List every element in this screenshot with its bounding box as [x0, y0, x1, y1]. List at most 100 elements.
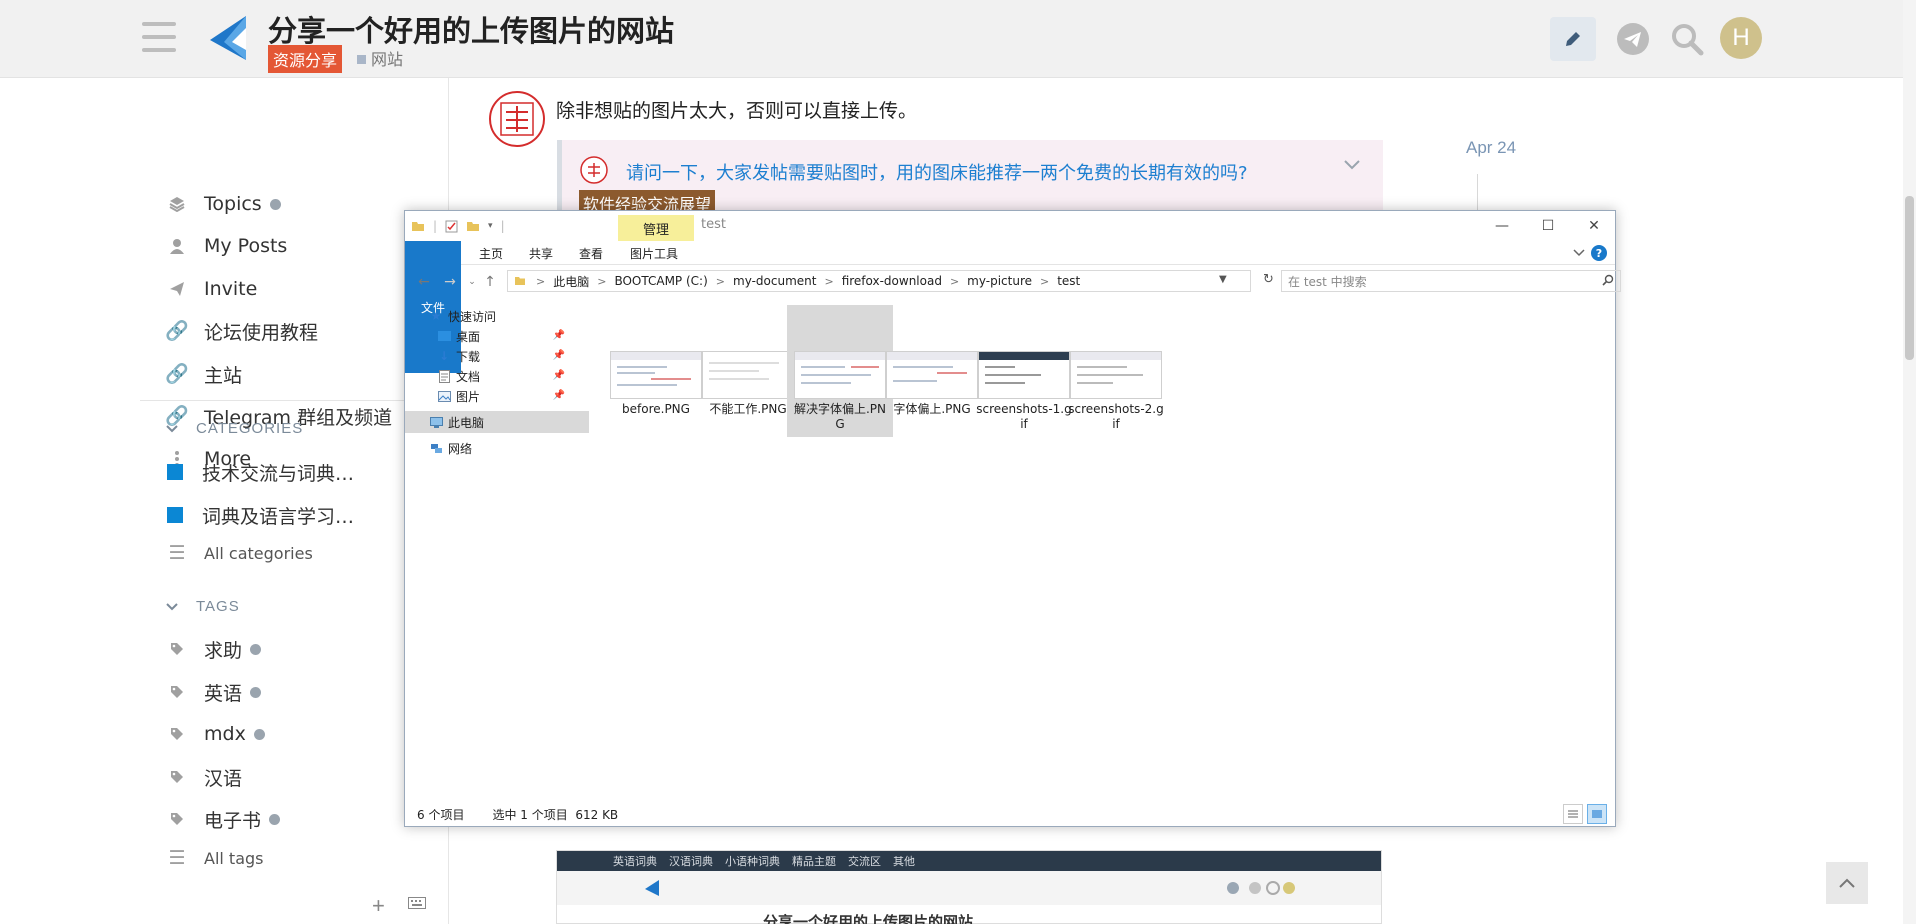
- selection-info: 选中 1 个项目 612 KB: [492, 807, 619, 822]
- topic-tag[interactable]: 网站: [357, 46, 403, 70]
- sidebar-item-label: Topics: [204, 193, 262, 215]
- recent-locations-icon[interactable]: ⌄: [463, 272, 481, 292]
- sidebar-item-my-posts[interactable]: My Posts: [140, 229, 287, 263]
- help-icon[interactable]: ?: [1591, 245, 1607, 261]
- window-titlebar[interactable]: | ▾ | 管理 test — ☐ ✕: [405, 211, 1615, 241]
- tab-home[interactable]: 主页: [471, 241, 511, 265]
- user-icon: [166, 238, 188, 254]
- categories-heading[interactable]: CATEGORIES: [166, 420, 303, 437]
- file-item[interactable]: 字体偏上.PNG: [879, 305, 985, 437]
- site-logo[interactable]: [206, 14, 252, 62]
- nav-documents[interactable]: 文档 📌: [405, 365, 589, 387]
- quoted-topic[interactable]: 请问一下，大家发帖需要贴图时，用的图床能推荐一两个免费的长期有效的吗? 软件经验…: [557, 140, 1383, 216]
- sidebar-item-main-site[interactable]: 🔗 主站: [140, 357, 242, 391]
- sidebar-tag-ebook[interactable]: 电子书: [140, 802, 281, 836]
- sidebar-category-dictionary[interactable]: 词典及语言学习…: [140, 498, 448, 532]
- maximize-icon[interactable]: ☐: [1531, 215, 1565, 237]
- properties-icon[interactable]: [445, 220, 458, 233]
- expand-ribbon-icon[interactable]: [1573, 246, 1585, 260]
- breadcrumb-item[interactable]: my-picture: [967, 274, 1032, 288]
- sidebar-all-categories[interactable]: ☰ All categories: [140, 536, 313, 570]
- sidebar-tag-english[interactable]: 英语: [140, 675, 262, 709]
- chevron-down-icon[interactable]: [1343, 158, 1361, 176]
- category-badge[interactable]: 资源分享: [268, 45, 343, 73]
- large-icons-view-icon[interactable]: [1587, 804, 1607, 824]
- tag-icon: [166, 642, 188, 656]
- breadcrumb-item[interactable]: 此电脑: [553, 273, 589, 290]
- file-explorer-window[interactable]: | ▾ | 管理 test — ☐ ✕ 文件 主页 共享 查看 图片工具 ? ←…: [404, 210, 1621, 827]
- sidebar-item-topics[interactable]: Topics: [140, 187, 281, 221]
- nav-this-pc[interactable]: 此电脑: [405, 411, 589, 433]
- nav-quick-access[interactable]: ★ 快速访问: [405, 305, 589, 327]
- sidebar-item-label: 论坛使用教程: [204, 321, 319, 344]
- nav-pictures[interactable]: 图片 📌: [405, 385, 589, 407]
- breadcrumb-item[interactable]: my-document: [733, 274, 816, 288]
- nav-downloads[interactable]: ↓ 下载 📌: [405, 345, 589, 367]
- timeline-line: [1477, 174, 1478, 214]
- sidebar-item-label: All categories: [204, 543, 313, 563]
- sidebar-item-label: 主站: [204, 364, 243, 387]
- pin-icon: 📌: [552, 330, 565, 341]
- preview-header: [557, 871, 1381, 905]
- file-item[interactable]: before.PNG: [603, 305, 709, 437]
- keyboard-icon[interactable]: [408, 896, 426, 914]
- sidebar-category-tech[interactable]: 技术交流与词典…: [140, 455, 448, 489]
- sidebar-tag-help[interactable]: 求助: [140, 632, 262, 666]
- user-avatar[interactable]: H: [1720, 17, 1762, 59]
- sidebar-item-label: 求助: [204, 639, 243, 662]
- sidebar-item-label: 电子书: [204, 809, 262, 832]
- topic-title[interactable]: 分享一个好用的上传图片的网站: [268, 8, 674, 50]
- sidebar-item-tutorial[interactable]: 🔗 论坛使用教程: [140, 314, 318, 348]
- page-scrollbar[interactable]: [1903, 0, 1916, 924]
- telegram-button[interactable]: [1610, 17, 1656, 61]
- breadcrumb-item[interactable]: test: [1057, 274, 1080, 288]
- close-icon[interactable]: ✕: [1577, 215, 1611, 237]
- sidebar-item-invite[interactable]: Invite: [140, 272, 257, 306]
- tab-picture-tools[interactable]: 图片工具: [621, 241, 687, 265]
- quoted-topic-link[interactable]: 请问一下，大家发帖需要贴图时，用的图床能推荐一两个免费的长期有效的吗?: [626, 159, 1248, 185]
- window-title: test: [701, 217, 726, 232]
- forward-arrow-icon[interactable]: →: [441, 272, 459, 292]
- up-arrow-icon[interactable]: ↑: [481, 272, 499, 292]
- sidebar-all-tags[interactable]: ☰ All tags: [140, 841, 263, 875]
- post-date[interactable]: Apr 24: [1466, 138, 1516, 158]
- nav-desktop[interactable]: 桌面 📌: [405, 325, 589, 347]
- new-folder-icon[interactable]: [466, 220, 480, 232]
- image-thumbnail: [978, 351, 1070, 399]
- refresh-icon[interactable]: ↻: [1263, 272, 1274, 287]
- tags-heading[interactable]: TAGS: [166, 598, 240, 615]
- tab-share[interactable]: 共享: [521, 241, 561, 265]
- edit-button[interactable]: [1550, 17, 1596, 61]
- post-author-avatar[interactable]: [488, 90, 546, 148]
- file-item[interactable]: 不能工作.PNG: [695, 305, 801, 437]
- folder-icon[interactable]: [411, 220, 425, 232]
- details-view-icon[interactable]: [1563, 804, 1583, 824]
- manage-context-tab[interactable]: 管理: [618, 215, 694, 241]
- file-name: before.PNG: [622, 402, 690, 416]
- image-thumbnail: [1070, 351, 1162, 399]
- breadcrumb-item[interactable]: BOOTCAMP (C:): [614, 274, 707, 288]
- hamburger-menu-icon[interactable]: [142, 22, 176, 52]
- address-dropdown-icon[interactable]: ▼: [1219, 274, 1227, 285]
- sidebar-tag-chinese[interactable]: 汉语: [140, 760, 242, 794]
- breadcrumb-item[interactable]: firefox-download: [842, 274, 942, 288]
- item-count: 6 个项目: [417, 807, 465, 822]
- address-bar[interactable]: > 此电脑 > BOOTCAMP (C:) > my-document > fi…: [507, 270, 1251, 292]
- customize-dropdown-icon[interactable]: ▾: [488, 221, 493, 231]
- address-bar-container: > 此电脑 > BOOTCAMP (C:) > my-document > fi…: [507, 270, 1621, 292]
- explorer-search-input[interactable]: 在 test 中搜索: [1281, 270, 1621, 292]
- nav-network[interactable]: 网络: [405, 437, 589, 459]
- file-item[interactable]: screenshots-1.gif: [971, 305, 1077, 437]
- minimize-icon[interactable]: —: [1485, 215, 1519, 237]
- back-arrow-icon[interactable]: ←: [415, 272, 433, 292]
- quote-avatar: [580, 156, 608, 184]
- scrollbar-thumb[interactable]: [1905, 196, 1914, 360]
- image-thumbnail: [610, 351, 702, 399]
- sidebar-tag-mdx[interactable]: mdx: [140, 717, 265, 751]
- file-item[interactable]: screenshots-2.gif: [1063, 305, 1169, 437]
- back-to-top-button[interactable]: [1826, 862, 1868, 904]
- tab-view[interactable]: 查看: [571, 241, 611, 265]
- search-button[interactable]: [1664, 17, 1710, 61]
- file-item-selected[interactable]: 解决字体偏上.PNG: [787, 305, 893, 437]
- add-icon[interactable]: +: [372, 893, 385, 919]
